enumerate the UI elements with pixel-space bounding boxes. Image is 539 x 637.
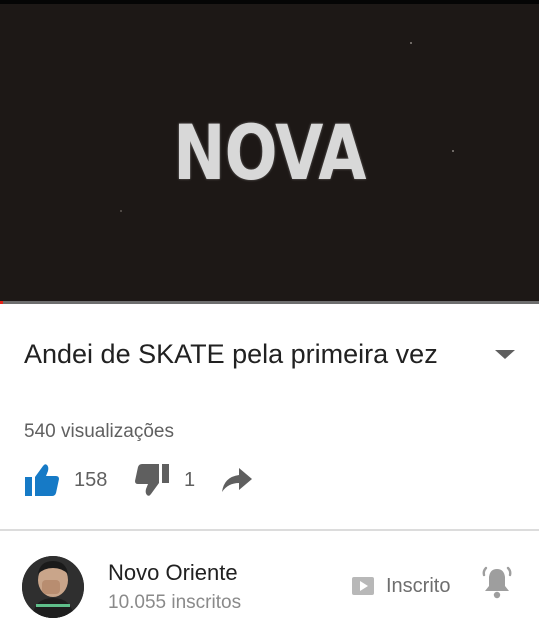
subscribed-play-icon [352,577,374,595]
channel-avatar[interactable] [22,556,84,618]
subscribe-label: Inscrito [386,574,451,597]
like-button[interactable]: 158 [24,460,107,500]
subscribe-button[interactable]: Inscrito [352,571,450,601]
status-bar-strip [0,0,539,4]
chevron-down-icon[interactable] [492,344,518,364]
bell-icon[interactable] [480,566,514,600]
video-title: Andei de SKATE pela primeira vez [24,339,438,369]
view-count: 540 visualizações [24,421,174,442]
avatar-image [22,556,84,618]
share-icon [222,468,252,492]
video-frame-text: NOVA [173,108,366,197]
dislike-button[interactable]: 1 [134,460,195,500]
channel-name[interactable]: Novo Oriente [108,560,238,586]
progress-bar[interactable] [0,301,539,304]
video-player[interactable]: NOVA [0,0,539,304]
like-count: 158 [74,468,108,491]
dislike-count: 1 [184,468,196,491]
action-bar: 158 1 [24,460,324,500]
thumbs-up-icon [25,464,59,496]
thumbs-down-icon [135,464,169,496]
film-speck [410,42,412,44]
progress-fill [0,301,4,304]
divider [0,529,539,531]
share-button[interactable] [221,460,253,500]
film-speck [120,210,122,212]
subscriber-count: 10.055 inscritos [108,592,242,613]
